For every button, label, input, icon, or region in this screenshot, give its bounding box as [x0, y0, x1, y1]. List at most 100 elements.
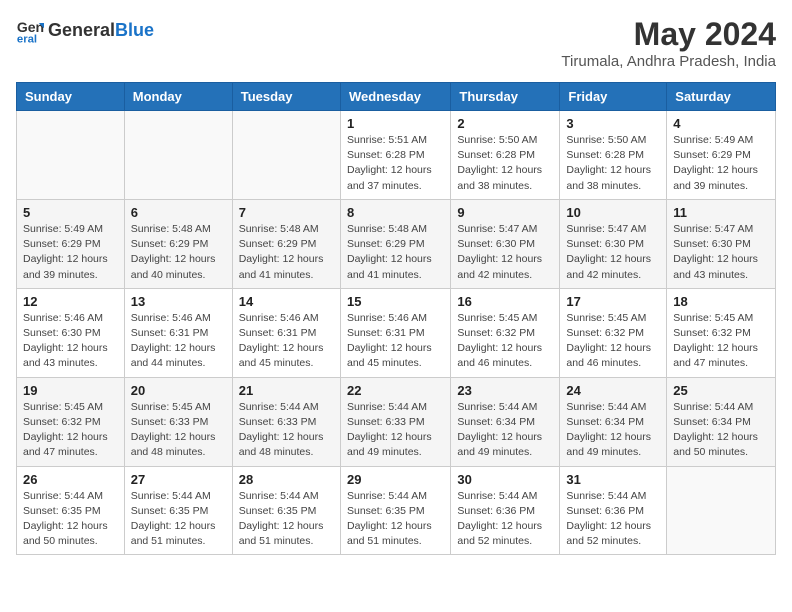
- calendar-week-5: 26 Sunrise: 5:44 AM Sunset: 6:35 PM Dayli…: [17, 466, 776, 555]
- day-info: Sunrise: 5:44 AM Sunset: 6:35 PM Dayligh…: [239, 489, 334, 550]
- day-number: 5: [23, 205, 118, 220]
- day-number: 21: [239, 383, 334, 398]
- day-info: Sunrise: 5:50 AM Sunset: 6:28 PM Dayligh…: [566, 133, 660, 194]
- day-number: 18: [673, 294, 769, 309]
- day-number: 11: [673, 205, 769, 220]
- weekday-header-friday: Friday: [560, 83, 667, 111]
- day-number: 7: [239, 205, 334, 220]
- calendar-cell: [232, 111, 340, 200]
- day-number: 16: [457, 294, 553, 309]
- calendar-cell: 21 Sunrise: 5:44 AM Sunset: 6:33 PM Dayli…: [232, 377, 340, 466]
- calendar-week-1: 1 Sunrise: 5:51 AM Sunset: 6:28 PM Daylig…: [17, 111, 776, 200]
- calendar-cell: 9Sunrise: 5:47 AM Sunset: 6:30 PM Daylig…: [451, 199, 560, 288]
- day-info: Sunrise: 5:44 AM Sunset: 6:34 PM Dayligh…: [673, 400, 769, 461]
- calendar-body: 1 Sunrise: 5:51 AM Sunset: 6:28 PM Daylig…: [17, 111, 776, 555]
- logo: Gen eral GeneralBlue: [16, 16, 154, 44]
- day-info: Sunrise: 5:44 AM Sunset: 6:34 PM Dayligh…: [457, 400, 553, 461]
- day-number: 9: [457, 205, 553, 220]
- day-number: 6: [131, 205, 226, 220]
- day-info: Sunrise: 5:50 AM Sunset: 6:28 PM Dayligh…: [457, 133, 553, 194]
- calendar-cell: 14 Sunrise: 5:46 AM Sunset: 6:31 PM Dayli…: [232, 288, 340, 377]
- calendar-cell: 28 Sunrise: 5:44 AM Sunset: 6:35 PM Dayli…: [232, 466, 340, 555]
- calendar-cell: 1 Sunrise: 5:51 AM Sunset: 6:28 PM Daylig…: [340, 111, 450, 200]
- calendar-cell: 19Sunrise: 5:45 AM Sunset: 6:32 PM Dayli…: [17, 377, 125, 466]
- day-number: 25: [673, 383, 769, 398]
- day-info: Sunrise: 5:44 AM Sunset: 6:36 PM Dayligh…: [566, 489, 660, 550]
- day-info: Sunrise: 5:48 AM Sunset: 6:29 PM Dayligh…: [239, 222, 334, 283]
- svg-text:Gen: Gen: [17, 19, 44, 35]
- calendar-cell: 16 Sunrise: 5:45 AM Sunset: 6:32 PM Dayli…: [451, 288, 560, 377]
- day-number: 26: [23, 472, 118, 487]
- day-number: 10: [566, 205, 660, 220]
- weekday-header-saturday: Saturday: [667, 83, 776, 111]
- day-info: Sunrise: 5:45 AM Sunset: 6:32 PM Dayligh…: [457, 311, 553, 372]
- day-info: Sunrise: 5:49 AM Sunset: 6:29 PM Dayligh…: [673, 133, 769, 194]
- calendar-week-4: 19Sunrise: 5:45 AM Sunset: 6:32 PM Dayli…: [17, 377, 776, 466]
- calendar-cell: 11 Sunrise: 5:47 AM Sunset: 6:30 PM Dayli…: [667, 199, 776, 288]
- weekday-header-tuesday: Tuesday: [232, 83, 340, 111]
- header: Gen eral GeneralBlue May 2024 Tirumala, …: [16, 16, 776, 70]
- day-number: 24: [566, 383, 660, 398]
- calendar-cell: 4 Sunrise: 5:49 AM Sunset: 6:29 PM Daylig…: [667, 111, 776, 200]
- calendar-cell: [17, 111, 125, 200]
- day-info: Sunrise: 5:45 AM Sunset: 6:32 PM Dayligh…: [566, 311, 660, 372]
- calendar-cell: 5 Sunrise: 5:49 AM Sunset: 6:29 PM Daylig…: [17, 199, 125, 288]
- calendar-cell: 8Sunrise: 5:48 AM Sunset: 6:29 PM Daylig…: [340, 199, 450, 288]
- day-number: 31: [566, 472, 660, 487]
- calendar-cell: 20 Sunrise: 5:45 AM Sunset: 6:33 PM Dayli…: [124, 377, 232, 466]
- logo-text-general: General: [48, 20, 115, 40]
- day-info: Sunrise: 5:45 AM Sunset: 6:32 PM Dayligh…: [23, 400, 118, 461]
- day-info: Sunrise: 5:44 AM Sunset: 6:33 PM Dayligh…: [347, 400, 444, 461]
- day-info: Sunrise: 5:49 AM Sunset: 6:29 PM Dayligh…: [23, 222, 118, 283]
- calendar-cell: 18Sunrise: 5:45 AM Sunset: 6:32 PM Dayli…: [667, 288, 776, 377]
- day-number: 13: [131, 294, 226, 309]
- calendar-cell: 17Sunrise: 5:45 AM Sunset: 6:32 PM Dayli…: [560, 288, 667, 377]
- day-number: 3: [566, 116, 660, 131]
- calendar-cell: 27Sunrise: 5:44 AM Sunset: 6:35 PM Dayli…: [124, 466, 232, 555]
- day-number: 22: [347, 383, 444, 398]
- weekday-header-sunday: Sunday: [17, 83, 125, 111]
- day-info: Sunrise: 5:44 AM Sunset: 6:35 PM Dayligh…: [347, 489, 444, 550]
- day-info: Sunrise: 5:44 AM Sunset: 6:33 PM Dayligh…: [239, 400, 334, 461]
- weekday-header-monday: Monday: [124, 83, 232, 111]
- day-info: Sunrise: 5:44 AM Sunset: 6:34 PM Dayligh…: [566, 400, 660, 461]
- day-info: Sunrise: 5:46 AM Sunset: 6:31 PM Dayligh…: [239, 311, 334, 372]
- calendar-week-3: 12 Sunrise: 5:46 AM Sunset: 6:30 PM Dayli…: [17, 288, 776, 377]
- day-number: 1: [347, 116, 444, 131]
- calendar-cell: 25 Sunrise: 5:44 AM Sunset: 6:34 PM Dayli…: [667, 377, 776, 466]
- calendar-cell: 30 Sunrise: 5:44 AM Sunset: 6:36 PM Dayli…: [451, 466, 560, 555]
- calendar-week-2: 5 Sunrise: 5:49 AM Sunset: 6:29 PM Daylig…: [17, 199, 776, 288]
- day-info: Sunrise: 5:51 AM Sunset: 6:28 PM Dayligh…: [347, 133, 444, 194]
- calendar-cell: 2 Sunrise: 5:50 AM Sunset: 6:28 PM Daylig…: [451, 111, 560, 200]
- day-info: Sunrise: 5:44 AM Sunset: 6:35 PM Dayligh…: [23, 489, 118, 550]
- day-number: 14: [239, 294, 334, 309]
- calendar-cell: 23Sunrise: 5:44 AM Sunset: 6:34 PM Dayli…: [451, 377, 560, 466]
- calendar-cell: 12 Sunrise: 5:46 AM Sunset: 6:30 PM Dayli…: [17, 288, 125, 377]
- day-info: Sunrise: 5:46 AM Sunset: 6:30 PM Dayligh…: [23, 311, 118, 372]
- logo-text-blue: Blue: [115, 20, 154, 40]
- day-number: 12: [23, 294, 118, 309]
- location: Tirumala, Andhra Pradesh, India: [561, 53, 776, 70]
- day-number: 8: [347, 205, 444, 220]
- day-info: Sunrise: 5:46 AM Sunset: 6:31 PM Dayligh…: [131, 311, 226, 372]
- day-info: Sunrise: 5:44 AM Sunset: 6:36 PM Dayligh…: [457, 489, 553, 550]
- svg-text:eral: eral: [17, 33, 37, 44]
- calendar-cell: [667, 466, 776, 555]
- month-year: May 2024: [561, 16, 776, 53]
- day-number: 30: [457, 472, 553, 487]
- day-info: Sunrise: 5:47 AM Sunset: 6:30 PM Dayligh…: [673, 222, 769, 283]
- calendar-cell: 15Sunrise: 5:46 AM Sunset: 6:31 PM Dayli…: [340, 288, 450, 377]
- day-info: Sunrise: 5:45 AM Sunset: 6:33 PM Dayligh…: [131, 400, 226, 461]
- day-number: 2: [457, 116, 553, 131]
- day-info: Sunrise: 5:48 AM Sunset: 6:29 PM Dayligh…: [131, 222, 226, 283]
- calendar-cell: 7 Sunrise: 5:48 AM Sunset: 6:29 PM Daylig…: [232, 199, 340, 288]
- day-number: 20: [131, 383, 226, 398]
- calendar-cell: 6 Sunrise: 5:48 AM Sunset: 6:29 PM Daylig…: [124, 199, 232, 288]
- day-number: 4: [673, 116, 769, 131]
- day-number: 28: [239, 472, 334, 487]
- day-info: Sunrise: 5:47 AM Sunset: 6:30 PM Dayligh…: [566, 222, 660, 283]
- calendar-cell: 22 Sunrise: 5:44 AM Sunset: 6:33 PM Dayli…: [340, 377, 450, 466]
- calendar-cell: 31 Sunrise: 5:44 AM Sunset: 6:36 PM Dayli…: [560, 466, 667, 555]
- weekday-header-wednesday: Wednesday: [340, 83, 450, 111]
- calendar-cell: 3 Sunrise: 5:50 AM Sunset: 6:28 PM Daylig…: [560, 111, 667, 200]
